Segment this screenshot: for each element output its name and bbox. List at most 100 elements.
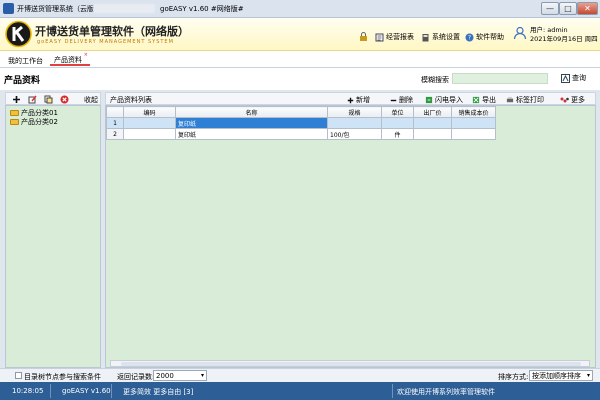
settings-icon [422, 33, 429, 41]
delete-category-icon[interactable] [60, 95, 69, 104]
cell-spec[interactable]: 100/包 [327, 128, 382, 140]
tree-item-category-02[interactable]: 产品分类02 [10, 117, 58, 127]
search-label: 模糊搜索 [421, 76, 449, 84]
column-header-spec[interactable]: 规格 [327, 106, 382, 118]
delete-label: 删除 [399, 96, 413, 104]
table-header-row: 编码 名称 规格 单位 出厂价 销售成本价 [106, 106, 496, 118]
plus-icon [347, 97, 354, 103]
window-title: 开博送货管理系统（云版） [17, 5, 101, 13]
cell-cost-price[interactable] [451, 128, 496, 140]
export-button[interactable]: 导出 [472, 95, 496, 105]
maximize-button[interactable]: □ [559, 2, 577, 15]
add-button[interactable]: 新增 [347, 95, 370, 105]
status-welcome: 欢迎使用开博系列效率管理软件 [397, 388, 495, 396]
collapse-button[interactable]: 收起 [84, 95, 98, 105]
page-title: 产品资料 [4, 76, 41, 86]
print-label: 标签打印 [516, 96, 544, 104]
svg-text:?: ? [468, 34, 471, 41]
tree-filter-checkbox[interactable] [15, 372, 22, 379]
column-header-factory-price[interactable]: 出厂价 [413, 106, 452, 118]
user-label: 用户: admin [530, 26, 568, 34]
blurred-title-region [93, 4, 155, 13]
import-button[interactable]: 闪电导入 [425, 95, 463, 105]
add-category-icon[interactable] [12, 95, 21, 104]
help-link[interactable]: ? 软件帮助 [465, 32, 504, 42]
user-info: 用户: admin 2021年09月16日 周四 [530, 26, 598, 44]
more-label: 更多 [571, 96, 585, 104]
add-label: 新增 [356, 96, 370, 104]
bottom-options-bar: 目录树节点参与搜索条件 返回记录数: 2000 ▾ 排序方式: 按添加顺序排序 … [0, 368, 600, 382]
lock-link[interactable] [359, 32, 368, 41]
records-select[interactable]: 2000 ▾ [153, 370, 207, 381]
column-header-code[interactable]: 编码 [123, 106, 176, 118]
tree-filter-label: 目录树节点参与搜索条件 [24, 373, 101, 381]
status-divider [111, 384, 112, 398]
horizontal-scrollbar[interactable] [110, 360, 590, 367]
cell-name[interactable]: 复印纸 [175, 128, 328, 140]
query-icon [561, 73, 570, 83]
query-button[interactable]: 查询 [561, 73, 586, 83]
cell-factory-price[interactable] [413, 117, 452, 129]
cell-unit[interactable]: 件 [381, 128, 414, 140]
delete-button[interactable]: 删除 [390, 95, 413, 105]
cell-unit[interactable] [381, 117, 414, 129]
product-table: 编码 名称 规格 单位 出厂价 销售成本价 1 复印纸 2 复印纸 100/包 … [106, 106, 496, 140]
cell-cost-price[interactable] [451, 117, 496, 129]
table-row[interactable]: 2 复印纸 100/包 件 [106, 128, 496, 140]
column-header-name[interactable]: 名称 [175, 106, 328, 118]
cell-name[interactable]: 复印纸 [175, 117, 328, 129]
settings-link[interactable]: 系统设置 [421, 32, 460, 42]
folder-icon [10, 119, 19, 125]
cell-spec[interactable] [327, 117, 382, 129]
column-header-cost-price[interactable]: 销售成本价 [451, 106, 496, 118]
minimize-button[interactable]: — [541, 2, 559, 15]
status-links[interactable]: 更多简效 更多自由 [3] [123, 387, 193, 397]
minus-icon [390, 99, 397, 101]
status-version: goEASY v1.60 [62, 387, 111, 395]
sort-label: 排序方式: [498, 373, 529, 381]
tree-item-label: 产品分类02 [21, 118, 58, 126]
tab-product[interactable]: 产品资料 × [50, 52, 90, 66]
scrollbar-thumb[interactable] [121, 362, 581, 366]
tab-home[interactable]: 我的工作台 [8, 56, 43, 66]
import-icon [425, 96, 433, 104]
cell-code[interactable] [123, 128, 176, 140]
help-icon: ? [465, 33, 474, 41]
table-row[interactable]: 1 复印纸 [106, 117, 496, 129]
tab-close-icon[interactable]: × [84, 52, 88, 58]
printer-icon [506, 96, 514, 103]
folder-icon [10, 110, 19, 116]
records-label: 返回记录数: [117, 373, 155, 381]
cell-code[interactable] [123, 117, 176, 129]
page-bar: 产品资料 模糊搜索 查询 [0, 68, 600, 90]
close-button[interactable]: ✕ [577, 2, 598, 15]
chevron-down-icon: ▾ [200, 372, 204, 379]
app-icon [3, 3, 14, 14]
app-subtitle: goEASY DELIVERY MANAGEMENT SYSTEM [37, 39, 174, 45]
status-divider [392, 384, 393, 398]
report-link[interactable]: 经营报表 [375, 32, 414, 42]
search-input[interactable] [452, 73, 548, 84]
tree-toolbar: 收起 [5, 92, 101, 105]
copy-category-icon[interactable] [44, 95, 53, 104]
import-label: 闪电导入 [435, 96, 463, 104]
edit-category-icon[interactable] [28, 95, 37, 104]
more-button[interactable]: 更多 [560, 95, 585, 105]
title-bar: 开博送货管理系统（云版） goEASY v1.60 #网络版# — □ ✕ [0, 0, 600, 18]
cell-factory-price[interactable] [413, 128, 452, 140]
user-icon [513, 26, 527, 40]
print-label-button[interactable]: 标签打印 [506, 95, 544, 105]
row-number: 1 [106, 117, 124, 129]
column-header-unit[interactable]: 单位 [381, 106, 414, 118]
sort-select[interactable]: 按添加顺序排序 ▾ [529, 370, 593, 381]
report-label: 经营报表 [386, 33, 414, 41]
export-icon [472, 96, 480, 104]
grid-toolbar: 产品资料列表 新增 删除 闪电导入 导出 标签打印 更多 [105, 92, 596, 105]
product-grid: 编码 名称 规格 单位 出厂价 销售成本价 1 复印纸 2 复印纸 100/包 … [105, 105, 596, 368]
export-label: 导出 [482, 96, 496, 104]
status-divider [50, 384, 51, 398]
status-time: 10:28:05 [12, 387, 44, 395]
app-name: 开博送货单管理软件（网络版） [35, 25, 189, 38]
list-title: 产品资料列表 [110, 96, 152, 104]
column-header-index[interactable] [106, 106, 124, 118]
